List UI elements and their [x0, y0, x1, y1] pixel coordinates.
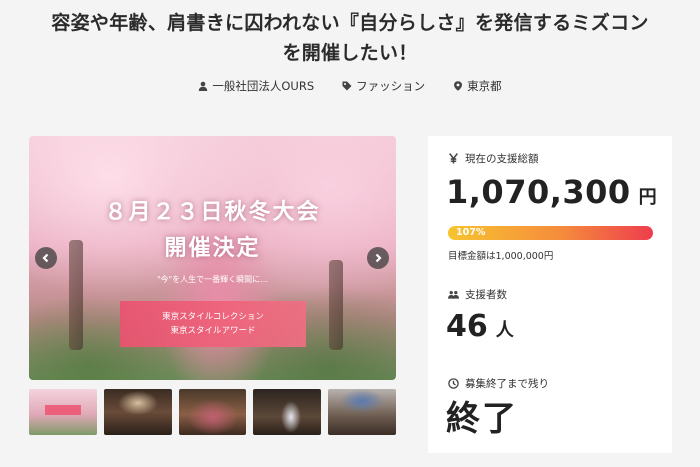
hero-headline-1: ８月２３日秋冬大会 — [104, 199, 321, 225]
thumbnail-2[interactable] — [103, 389, 172, 435]
person-icon — [199, 81, 208, 91]
funding-stats-panel: 現在の支援総額 1,070,300 円 107% 目標金額は1,000,000円… — [428, 136, 672, 453]
badge-line-1: 東京スタイルコレクション — [162, 312, 264, 322]
carousel-next-button[interactable] — [367, 247, 389, 269]
backers-label-text: 支援者数 — [465, 289, 507, 301]
backers-count-value: 46 — [446, 309, 488, 344]
goal-amount: 目標金額は1,000,000円 — [448, 251, 554, 262]
funded-amount-value: 1,070,300 — [446, 173, 631, 211]
carousel-prev-button[interactable] — [35, 247, 57, 269]
thumbnail-5[interactable] — [328, 389, 396, 435]
project-title: 容姿や年齢、肩書きに囚われない『自分らしさ』を発信するミズコン を開催したい！ — [0, 8, 700, 68]
progress-bar: 107% — [448, 226, 653, 240]
backers-count-unit: 人 — [495, 320, 514, 341]
organizer-link[interactable]: 一般社団法人OURS — [198, 78, 314, 94]
thumbnail-1[interactable] — [29, 389, 97, 435]
backers-label: 支援者数 — [448, 287, 507, 302]
funded-label: 現在の支援総額 — [448, 151, 539, 166]
tag-icon — [342, 81, 352, 91]
hero-event-badge: 東京スタイルコレクション 東京スタイルアワード — [120, 301, 306, 347]
remaining-value: 終了 — [446, 399, 518, 439]
chevron-left-icon — [42, 253, 49, 263]
location-name: 東京都 — [467, 79, 502, 93]
title-line-2: を開催したい！ — [282, 42, 418, 64]
thumbnail-strip — [29, 389, 396, 435]
funded-label-text: 現在の支援総額 — [465, 153, 539, 165]
thumbnail-4[interactable] — [253, 389, 322, 435]
badge-line-2: 東京スタイルアワード — [170, 326, 256, 336]
title-line-1: 容姿や年齢、肩書きに囚われない『自分らしさ』を発信するミズコン — [51, 12, 649, 34]
progress-percent: 107% — [456, 227, 486, 238]
backers-count: 46 人 — [446, 309, 514, 344]
remaining-label-text: 募集終了まで残り — [465, 378, 549, 390]
hero-tagline: "今"を人生で一番輝く瞬間に… — [156, 275, 269, 284]
funded-amount-unit: 円 — [638, 187, 658, 208]
project-meta: 一般社団法人OURS ファッション 東京都 — [0, 78, 700, 94]
thumbnail-3[interactable] — [178, 389, 247, 435]
clock-icon — [448, 378, 459, 389]
organizer-name: 一般社団法人OURS — [212, 79, 315, 93]
category-name: ファッション — [356, 79, 426, 93]
remaining-label: 募集終了まで残り — [448, 376, 549, 391]
people-icon — [448, 291, 459, 299]
hero-slide-image[interactable]: ８月２３日秋冬大会 開催決定 "今"を人生で一番輝く瞬間に… 東京スタイルコレク… — [29, 136, 396, 380]
yen-icon — [449, 153, 458, 164]
location-link[interactable]: 東京都 — [453, 78, 502, 94]
chevron-right-icon — [375, 253, 382, 263]
thumbnail-badge-decoration — [45, 405, 81, 415]
category-link[interactable]: ファッション — [342, 78, 425, 94]
funded-amount: 1,070,300 円 — [446, 173, 657, 211]
map-pin-icon — [454, 81, 463, 91]
hero-headline-2: 開催決定 — [164, 235, 261, 261]
